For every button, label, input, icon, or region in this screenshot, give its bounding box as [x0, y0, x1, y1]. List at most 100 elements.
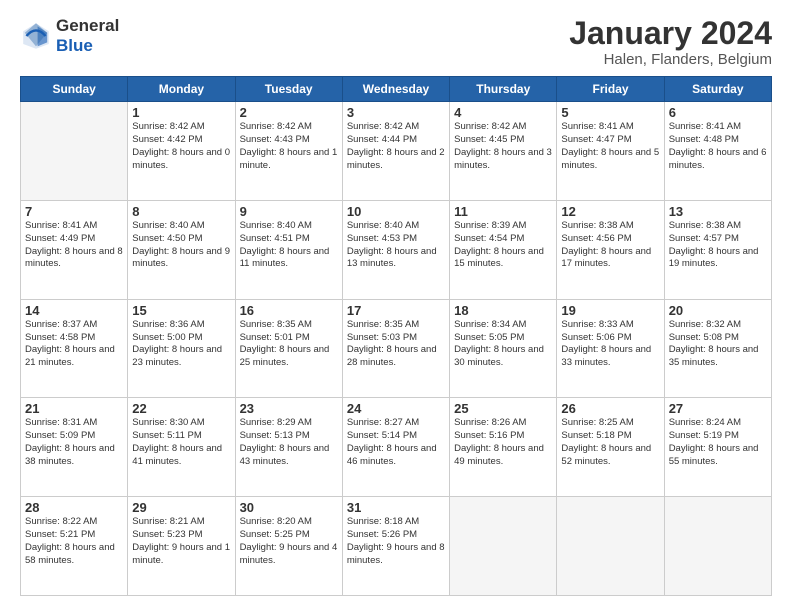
day-cell: 4Sunrise: 8:42 AM Sunset: 4:45 PM Daylig…: [450, 102, 557, 201]
day-info: Sunrise: 8:39 AM Sunset: 4:54 PM Dayligh…: [454, 220, 552, 271]
day-cell: 27Sunrise: 8:24 AM Sunset: 5:19 PM Dayli…: [664, 398, 771, 497]
day-cell: 26Sunrise: 8:25 AM Sunset: 5:18 PM Dayli…: [557, 398, 664, 497]
weekday-header-monday: Monday: [128, 77, 235, 102]
day-number: 4: [454, 105, 552, 120]
day-number: 29: [132, 500, 230, 515]
day-info: Sunrise: 8:36 AM Sunset: 5:00 PM Dayligh…: [132, 319, 230, 370]
day-info: Sunrise: 8:25 AM Sunset: 5:18 PM Dayligh…: [561, 417, 659, 468]
day-cell: 28Sunrise: 8:22 AM Sunset: 5:21 PM Dayli…: [21, 497, 128, 596]
day-cell: 6Sunrise: 8:41 AM Sunset: 4:48 PM Daylig…: [664, 102, 771, 201]
day-cell: 16Sunrise: 8:35 AM Sunset: 5:01 PM Dayli…: [235, 299, 342, 398]
day-number: 30: [240, 500, 338, 515]
day-cell: 29Sunrise: 8:21 AM Sunset: 5:23 PM Dayli…: [128, 497, 235, 596]
day-number: 6: [669, 105, 767, 120]
week-row-5: 28Sunrise: 8:22 AM Sunset: 5:21 PM Dayli…: [21, 497, 772, 596]
day-number: 16: [240, 303, 338, 318]
logo: General Blue: [20, 16, 119, 55]
day-cell: [557, 497, 664, 596]
weekday-header-thursday: Thursday: [450, 77, 557, 102]
day-cell: 8Sunrise: 8:40 AM Sunset: 4:50 PM Daylig…: [128, 200, 235, 299]
day-info: Sunrise: 8:41 AM Sunset: 4:49 PM Dayligh…: [25, 220, 123, 271]
day-cell: [664, 497, 771, 596]
weekday-header-wednesday: Wednesday: [342, 77, 449, 102]
day-cell: 14Sunrise: 8:37 AM Sunset: 4:58 PM Dayli…: [21, 299, 128, 398]
day-cell: 17Sunrise: 8:35 AM Sunset: 5:03 PM Dayli…: [342, 299, 449, 398]
location-subtitle: Halen, Flanders, Belgium: [569, 51, 772, 68]
logo-icon: [20, 20, 52, 52]
day-cell: 9Sunrise: 8:40 AM Sunset: 4:51 PM Daylig…: [235, 200, 342, 299]
day-info: Sunrise: 8:42 AM Sunset: 4:45 PM Dayligh…: [454, 121, 552, 172]
day-cell: 23Sunrise: 8:29 AM Sunset: 5:13 PM Dayli…: [235, 398, 342, 497]
day-info: Sunrise: 8:41 AM Sunset: 4:48 PM Dayligh…: [669, 121, 767, 172]
day-number: 23: [240, 401, 338, 416]
day-cell: 11Sunrise: 8:39 AM Sunset: 4:54 PM Dayli…: [450, 200, 557, 299]
title-block: January 2024 Halen, Flanders, Belgium: [569, 16, 772, 68]
week-row-1: 1Sunrise: 8:42 AM Sunset: 4:42 PM Daylig…: [21, 102, 772, 201]
week-row-3: 14Sunrise: 8:37 AM Sunset: 4:58 PM Dayli…: [21, 299, 772, 398]
day-info: Sunrise: 8:37 AM Sunset: 4:58 PM Dayligh…: [25, 319, 123, 370]
day-info: Sunrise: 8:42 AM Sunset: 4:43 PM Dayligh…: [240, 121, 338, 172]
day-number: 1: [132, 105, 230, 120]
weekday-header-sunday: Sunday: [21, 77, 128, 102]
day-cell: 22Sunrise: 8:30 AM Sunset: 5:11 PM Dayli…: [128, 398, 235, 497]
day-number: 27: [669, 401, 767, 416]
day-info: Sunrise: 8:29 AM Sunset: 5:13 PM Dayligh…: [240, 417, 338, 468]
day-cell: 1Sunrise: 8:42 AM Sunset: 4:42 PM Daylig…: [128, 102, 235, 201]
day-info: Sunrise: 8:24 AM Sunset: 5:19 PM Dayligh…: [669, 417, 767, 468]
day-cell: 2Sunrise: 8:42 AM Sunset: 4:43 PM Daylig…: [235, 102, 342, 201]
day-number: 10: [347, 204, 445, 219]
day-number: 26: [561, 401, 659, 416]
week-row-4: 21Sunrise: 8:31 AM Sunset: 5:09 PM Dayli…: [21, 398, 772, 497]
day-number: 14: [25, 303, 123, 318]
day-info: Sunrise: 8:38 AM Sunset: 4:56 PM Dayligh…: [561, 220, 659, 271]
day-cell: 3Sunrise: 8:42 AM Sunset: 4:44 PM Daylig…: [342, 102, 449, 201]
day-info: Sunrise: 8:33 AM Sunset: 5:06 PM Dayligh…: [561, 319, 659, 370]
day-number: 2: [240, 105, 338, 120]
day-cell: 31Sunrise: 8:18 AM Sunset: 5:26 PM Dayli…: [342, 497, 449, 596]
day-cell: 24Sunrise: 8:27 AM Sunset: 5:14 PM Dayli…: [342, 398, 449, 497]
logo-blue: Blue: [56, 36, 119, 56]
day-cell: 7Sunrise: 8:41 AM Sunset: 4:49 PM Daylig…: [21, 200, 128, 299]
day-info: Sunrise: 8:30 AM Sunset: 5:11 PM Dayligh…: [132, 417, 230, 468]
day-number: 21: [25, 401, 123, 416]
day-cell: 18Sunrise: 8:34 AM Sunset: 5:05 PM Dayli…: [450, 299, 557, 398]
day-cell: [450, 497, 557, 596]
day-cell: 13Sunrise: 8:38 AM Sunset: 4:57 PM Dayli…: [664, 200, 771, 299]
day-number: 22: [132, 401, 230, 416]
day-cell: 20Sunrise: 8:32 AM Sunset: 5:08 PM Dayli…: [664, 299, 771, 398]
logo-general: General: [56, 16, 119, 36]
day-number: 15: [132, 303, 230, 318]
week-row-2: 7Sunrise: 8:41 AM Sunset: 4:49 PM Daylig…: [21, 200, 772, 299]
month-title: January 2024: [569, 16, 772, 51]
day-info: Sunrise: 8:40 AM Sunset: 4:51 PM Dayligh…: [240, 220, 338, 271]
header: General Blue January 2024 Halen, Flander…: [20, 16, 772, 68]
day-info: Sunrise: 8:31 AM Sunset: 5:09 PM Dayligh…: [25, 417, 123, 468]
weekday-header-row: SundayMondayTuesdayWednesdayThursdayFrid…: [21, 77, 772, 102]
day-info: Sunrise: 8:32 AM Sunset: 5:08 PM Dayligh…: [669, 319, 767, 370]
day-info: Sunrise: 8:18 AM Sunset: 5:26 PM Dayligh…: [347, 516, 445, 567]
day-cell: 12Sunrise: 8:38 AM Sunset: 4:56 PM Dayli…: [557, 200, 664, 299]
day-info: Sunrise: 8:42 AM Sunset: 4:44 PM Dayligh…: [347, 121, 445, 172]
calendar-table: SundayMondayTuesdayWednesdayThursdayFrid…: [20, 76, 772, 596]
logo-text: General Blue: [56, 16, 119, 55]
day-number: 28: [25, 500, 123, 515]
day-number: 13: [669, 204, 767, 219]
day-cell: 21Sunrise: 8:31 AM Sunset: 5:09 PM Dayli…: [21, 398, 128, 497]
weekday-header-saturday: Saturday: [664, 77, 771, 102]
day-cell: 19Sunrise: 8:33 AM Sunset: 5:06 PM Dayli…: [557, 299, 664, 398]
day-cell: 15Sunrise: 8:36 AM Sunset: 5:00 PM Dayli…: [128, 299, 235, 398]
day-info: Sunrise: 8:40 AM Sunset: 4:53 PM Dayligh…: [347, 220, 445, 271]
day-info: Sunrise: 8:22 AM Sunset: 5:21 PM Dayligh…: [25, 516, 123, 567]
day-info: Sunrise: 8:34 AM Sunset: 5:05 PM Dayligh…: [454, 319, 552, 370]
day-number: 3: [347, 105, 445, 120]
day-info: Sunrise: 8:38 AM Sunset: 4:57 PM Dayligh…: [669, 220, 767, 271]
day-info: Sunrise: 8:20 AM Sunset: 5:25 PM Dayligh…: [240, 516, 338, 567]
day-cell: 25Sunrise: 8:26 AM Sunset: 5:16 PM Dayli…: [450, 398, 557, 497]
day-cell: [21, 102, 128, 201]
calendar-body: 1Sunrise: 8:42 AM Sunset: 4:42 PM Daylig…: [21, 102, 772, 596]
day-number: 12: [561, 204, 659, 219]
day-number: 18: [454, 303, 552, 318]
day-info: Sunrise: 8:35 AM Sunset: 5:01 PM Dayligh…: [240, 319, 338, 370]
day-number: 20: [669, 303, 767, 318]
day-info: Sunrise: 8:41 AM Sunset: 4:47 PM Dayligh…: [561, 121, 659, 172]
